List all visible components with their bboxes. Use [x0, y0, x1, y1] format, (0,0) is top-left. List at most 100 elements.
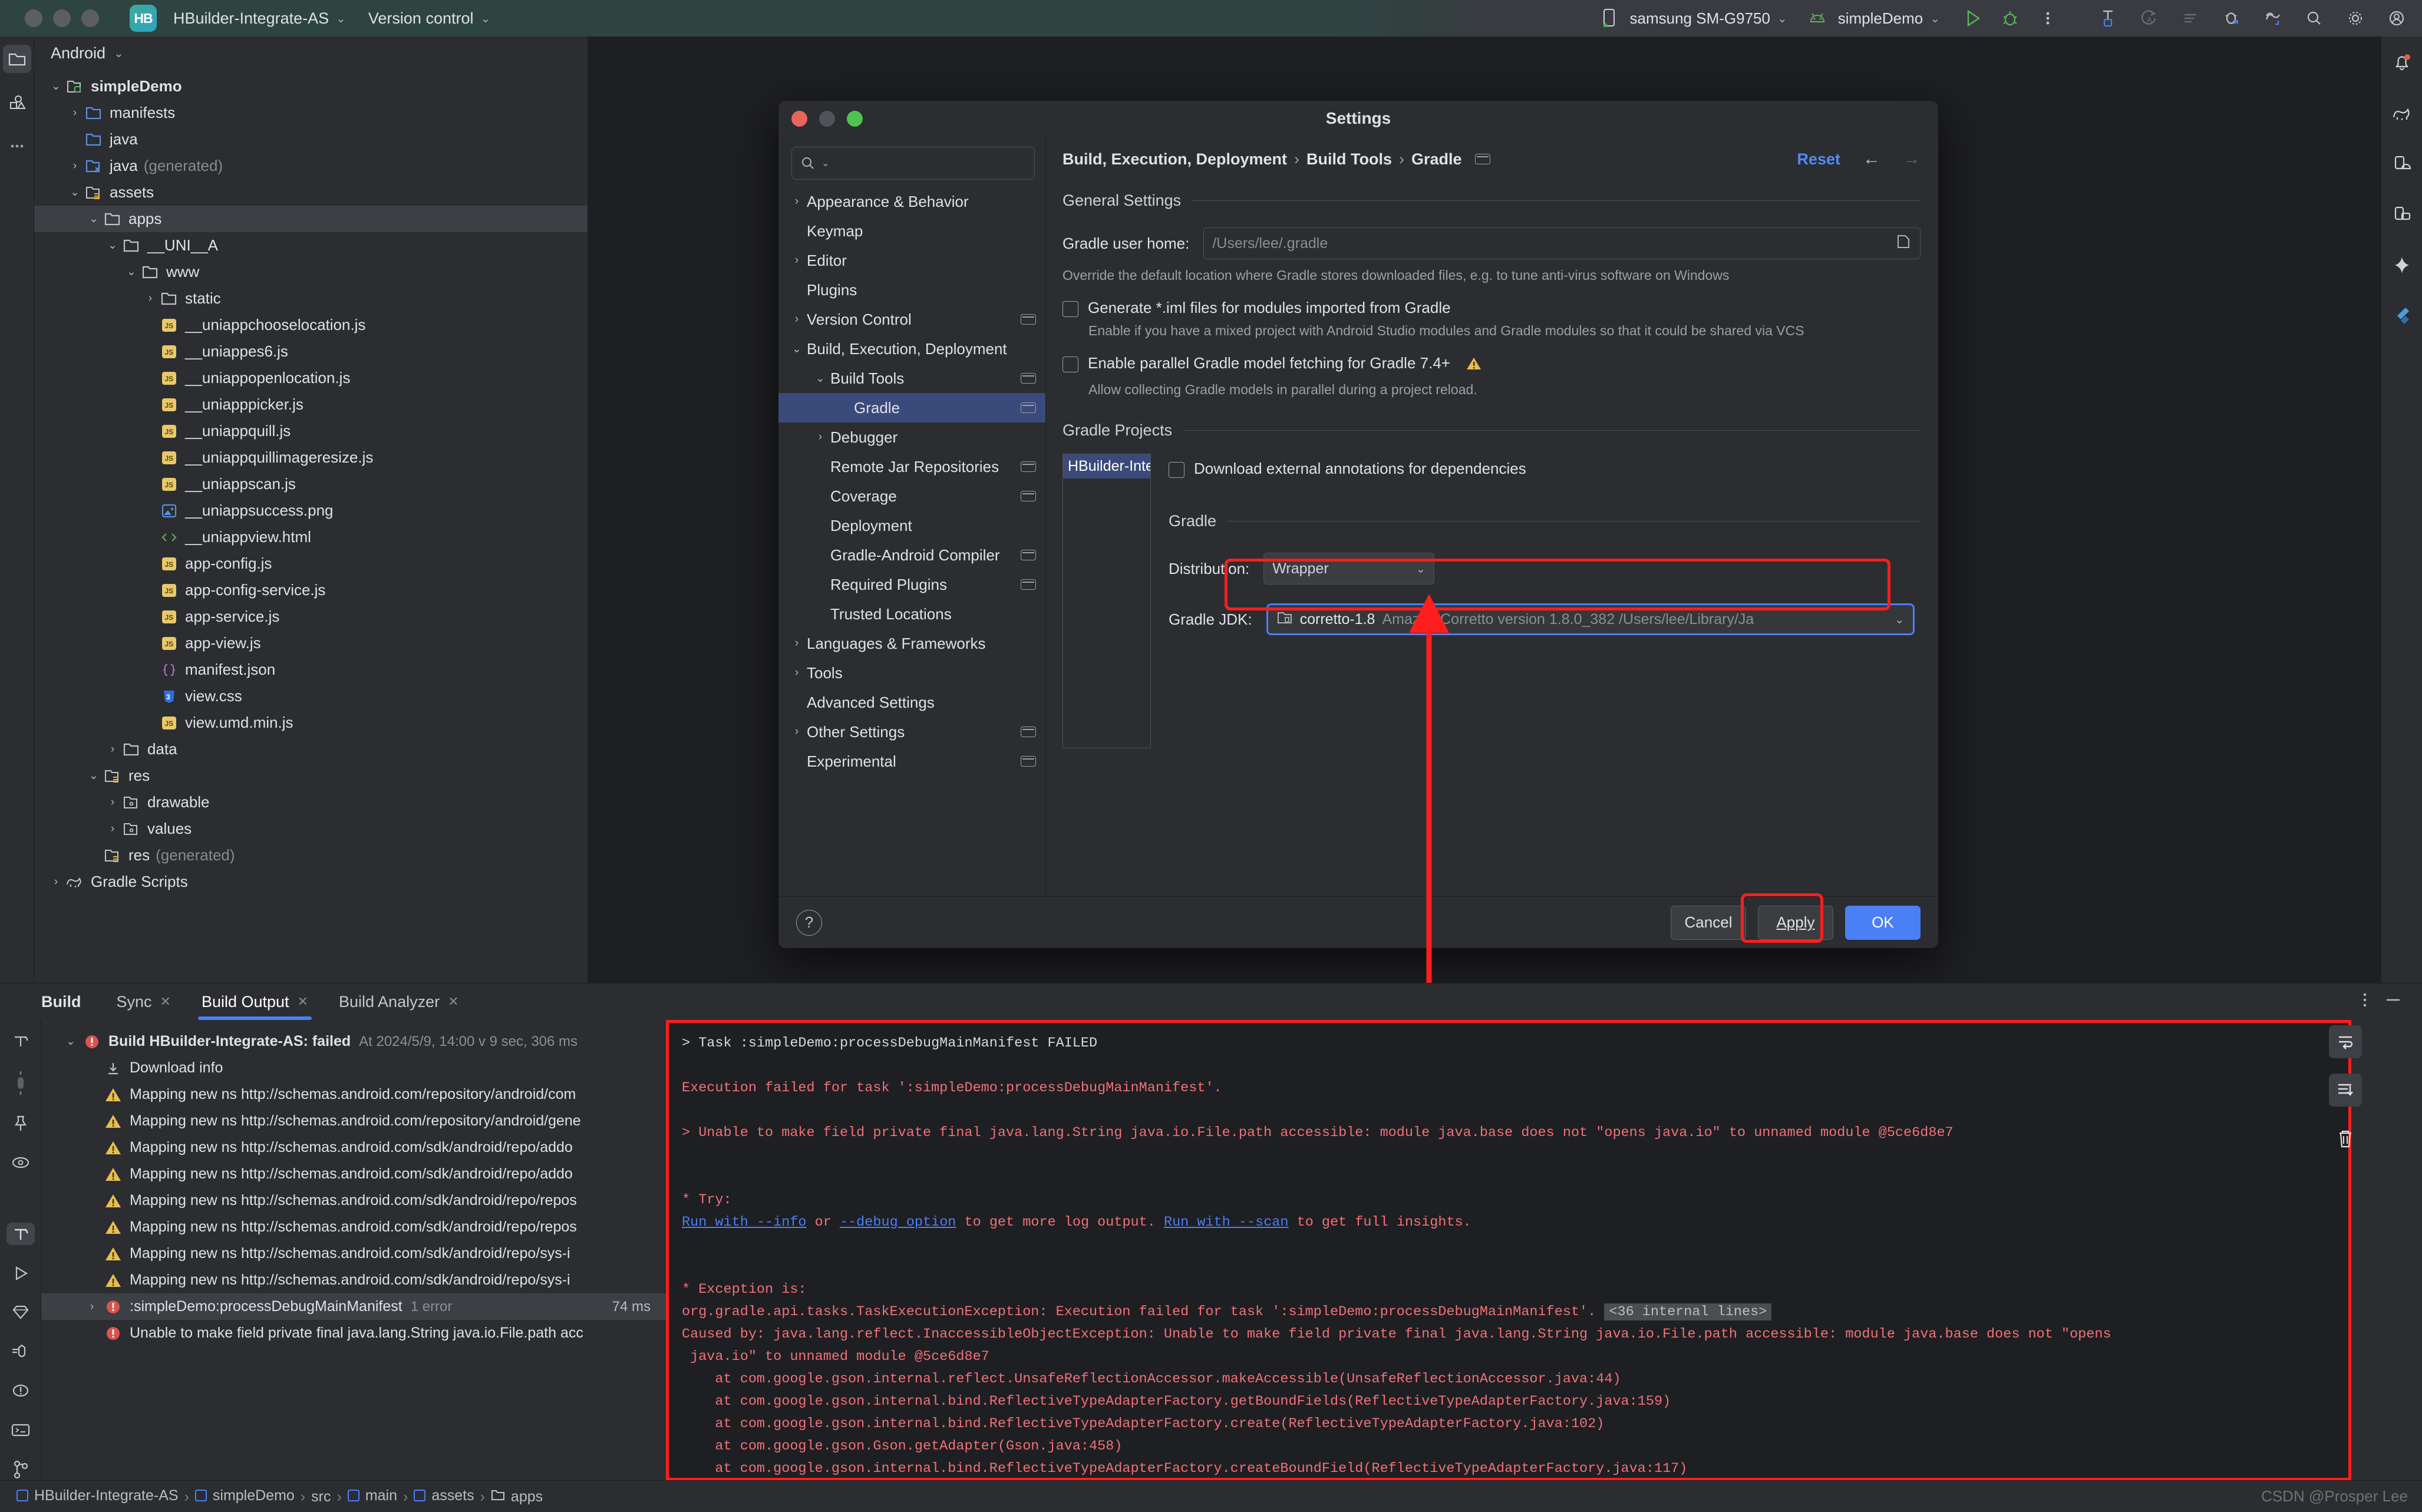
settings-nav-item[interactable]: Experimental	[778, 747, 1045, 776]
gradle-project-list-item[interactable]: HBuilder-Integrate	[1063, 454, 1150, 478]
project-tree-row[interactable]: › java (generated)	[34, 153, 588, 179]
project-tree-row[interactable]: JS __uniappquill.js	[34, 418, 588, 444]
window-traffic-lights[interactable]	[25, 9, 99, 27]
chevron-down-icon[interactable]: ⌄	[104, 239, 121, 252]
gradle-projects-list[interactable]: HBuilder-Integrate	[1062, 454, 1151, 748]
build-tree-row[interactable]: Unable to make field private final java.…	[41, 1320, 666, 1346]
project-tree-row[interactable]: › data	[34, 736, 588, 762]
close-icon[interactable]: ✕	[298, 994, 308, 1009]
scroll-to-end-button[interactable]	[2329, 1074, 2362, 1107]
more-actions-button[interactable]	[2034, 5, 2061, 32]
build-options-icon[interactable]	[2362, 990, 2368, 1014]
build-console-output[interactable]: > Task :simpleDemo:processDebugMainManif…	[666, 1020, 2351, 1481]
chevron-right-icon[interactable]: ›	[787, 666, 807, 679]
minimize-window-button[interactable]	[53, 9, 71, 27]
download-annotations-checkbox[interactable]	[1169, 462, 1184, 478]
build-tree-row[interactable]: Mapping new ns http://schemas.android.co…	[41, 1214, 666, 1240]
project-tree-row[interactable]: JS app-config-service.js	[34, 577, 588, 603]
running-devices-tool-button[interactable]	[2388, 200, 2416, 229]
console-link[interactable]: --debug option	[840, 1214, 956, 1230]
project-tree-row[interactable]: java	[34, 126, 588, 153]
gradle-jdk-dropdown[interactable]: corretto-1.8 Amazon Corretto version 1.8…	[1266, 603, 1915, 635]
settings-nav-item[interactable]: Remote Jar Repositories	[778, 452, 1045, 481]
help-button[interactable]: ?	[796, 909, 822, 936]
chevron-right-icon[interactable]: ›	[47, 876, 65, 889]
project-tree-row[interactable]: __uniappview.html	[34, 524, 588, 550]
breadcrumb-item-2[interactable]: Gradle	[1411, 150, 1462, 169]
project-tree-row[interactable]: ⌄ apps	[34, 206, 588, 232]
project-tree-row[interactable]: JS __uniappquillimageresize.js	[34, 444, 588, 471]
build-filter-icon[interactable]	[6, 1031, 35, 1054]
list-lines-icon[interactable]	[2177, 5, 2204, 32]
build-tree-row[interactable]: Mapping new ns http://schemas.android.co…	[41, 1134, 666, 1161]
nav-forward-button[interactable]: →	[1903, 149, 1921, 169]
project-tool-button[interactable]	[2, 45, 31, 73]
project-tree-row[interactable]: › static	[34, 285, 588, 312]
chevron-right-icon[interactable]: ›	[66, 160, 84, 173]
console-link[interactable]: Run with --scan	[1164, 1214, 1289, 1230]
project-tree-row[interactable]: 3 view.css	[34, 683, 588, 709]
settings-nav-item[interactable]: Gradle	[778, 393, 1045, 422]
project-tree-row[interactable]: JS app-service.js	[34, 603, 588, 630]
project-view-selector[interactable]: Android ⌄	[34, 37, 588, 70]
status-breadcrumb-item[interactable]: main	[347, 1487, 397, 1504]
project-tree-row[interactable]: › Gradle Scripts	[34, 869, 588, 895]
version-control-tool-button[interactable]	[6, 1458, 35, 1481]
chevron-right-icon[interactable]: ›	[141, 292, 159, 305]
chevron-down-icon[interactable]: ⌄	[85, 212, 103, 226]
clear-console-button[interactable]	[2329, 1122, 2362, 1155]
build-tree-row[interactable]: Mapping new ns http://schemas.android.co…	[41, 1108, 666, 1134]
chevron-right-icon[interactable]: ›	[787, 637, 807, 650]
apply-button[interactable]: Apply	[1758, 905, 1833, 940]
build-tree-row[interactable]: ›:simpleDemo:processDebugMainManifest 1 e…	[41, 1293, 666, 1320]
chevron-right-icon[interactable]: ›	[104, 743, 121, 756]
status-breadcrumb[interactable]: HBuilder-Integrate-AS › simpleDemo › src › mai…	[17, 1487, 543, 1506]
build-tool-button[interactable]	[6, 1222, 35, 1246]
chevron-down-icon[interactable]: ⌄	[810, 372, 830, 385]
settings-nav-item[interactable]: Trusted Locations	[778, 599, 1045, 629]
project-tree-row[interactable]: ⌄ simpleDemo	[34, 73, 588, 100]
build-tree-row[interactable]: Mapping new ns http://schemas.android.co…	[41, 1187, 666, 1214]
project-tree-row[interactable]: › values	[34, 816, 588, 842]
tab-build-analyzer[interactable]: Build Analyzer ✕	[324, 983, 474, 1020]
status-breadcrumb-item[interactable]: assets	[414, 1487, 474, 1504]
console-collapsed-chip[interactable]: <36 internal lines>	[1604, 1303, 1772, 1320]
chevron-right-icon[interactable]: ›	[787, 195, 807, 208]
maximize-window-button[interactable]	[81, 9, 99, 27]
settings-nav-item[interactable]: › Languages & Frameworks	[778, 629, 1045, 658]
project-tree-row[interactable]: JS __uniappchooselocation.js	[34, 312, 588, 338]
ruby-tool-button[interactable]	[6, 1301, 35, 1324]
build-tree-row[interactable]: Mapping new ns http://schemas.android.co…	[41, 1240, 666, 1267]
settings-nav-item[interactable]: › Appearance & Behavior	[778, 187, 1045, 216]
chevron-down-icon[interactable]: ⌄	[66, 186, 84, 199]
tab-build-output[interactable]: Build Output ✕	[186, 983, 324, 1020]
project-tree-row[interactable]: JS app-config.js	[34, 550, 588, 577]
project-tree-row[interactable]: ⌄ assets	[34, 179, 588, 206]
resource-manager-tool-button[interactable]	[3, 88, 31, 117]
breadcrumb-item-1[interactable]: Build Tools	[1306, 150, 1392, 169]
settings-nav-item[interactable]: Gradle-Android Compiler	[778, 540, 1045, 570]
project-tree-row[interactable]: ⌄ __UNI__A	[34, 232, 588, 259]
breadcrumb-item-0[interactable]: Build, Execution, Deployment	[1062, 150, 1287, 169]
project-tree-row[interactable]: ⌄ res	[34, 762, 588, 789]
run-configuration-selector[interactable]: simpleDemo ⌄	[1796, 1, 1948, 35]
chevron-down-icon[interactable]: ⌄	[59, 1035, 83, 1048]
project-tree-row[interactable]: JS app-view.js	[34, 630, 588, 656]
status-breadcrumb-item[interactable]: simpleDemo	[194, 1487, 295, 1504]
chevron-right-icon[interactable]: ›	[787, 725, 807, 738]
more-tool-windows-button[interactable]	[3, 132, 31, 160]
problems-tool-button[interactable]	[6, 1379, 35, 1402]
cancel-button[interactable]: Cancel	[1671, 905, 1746, 940]
flutter-tool-button[interactable]	[2388, 302, 2416, 330]
console-link[interactable]: Run with --info	[682, 1214, 807, 1230]
distribution-dropdown[interactable]: Wrapper ⌄	[1263, 553, 1435, 585]
settings-search-field[interactable]: ⌄	[791, 147, 1035, 180]
tab-sync[interactable]: Sync ✕	[101, 983, 186, 1020]
status-breadcrumb-item[interactable]: HBuilder-Integrate-AS	[17, 1487, 179, 1504]
settings-nav-item[interactable]: ⌄ Build Tools	[778, 364, 1045, 393]
project-tree-row[interactable]: JS __uniappscan.js	[34, 471, 588, 497]
settings-nav-item[interactable]: Required Plugins	[778, 570, 1045, 599]
download-annotations-row[interactable]: Download external annotations for depend…	[1169, 460, 1921, 478]
minimize-panel-icon[interactable]	[2383, 990, 2403, 1014]
gemini-assistant-tool-button[interactable]	[2388, 251, 2416, 279]
